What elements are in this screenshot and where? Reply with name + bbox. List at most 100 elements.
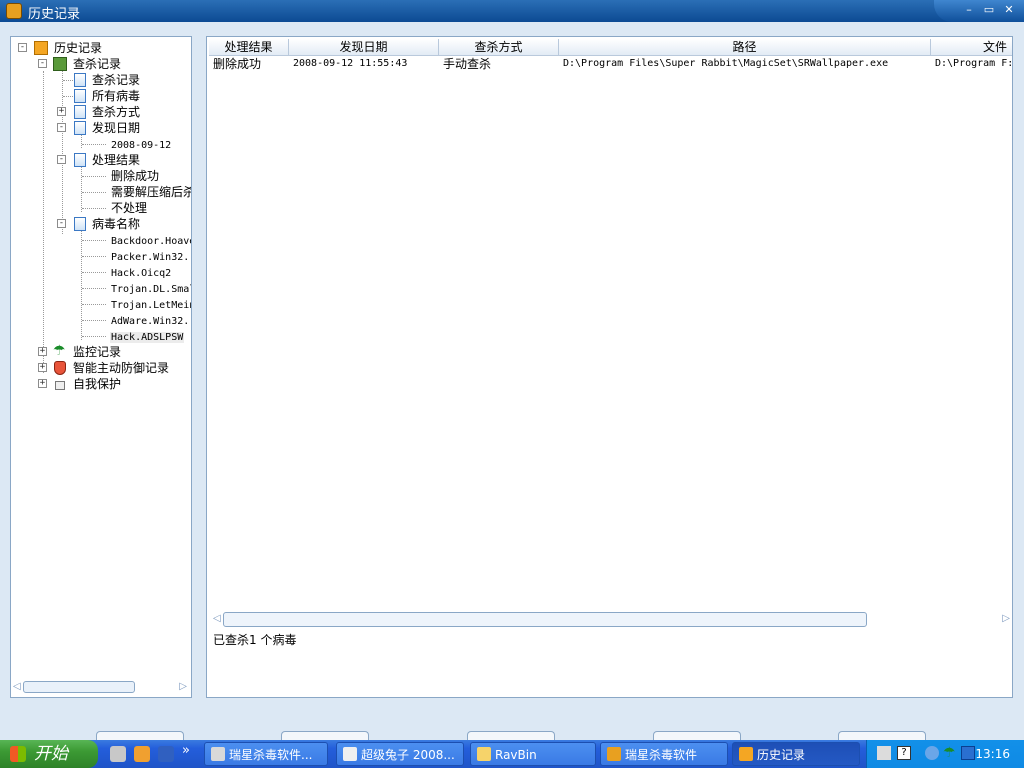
tree-item-virus-selected[interactable]: Hack.ADSLPSW: [110, 328, 185, 344]
tree-line: [82, 288, 106, 289]
task-label: 历史记录: [757, 748, 806, 762]
umbrella-icon[interactable]: ☂: [943, 746, 957, 760]
tree-line: [82, 208, 106, 209]
list-horizontal-scrollbar[interactable]: ◁ ▷: [213, 611, 1010, 627]
expand-toggle[interactable]: +: [38, 379, 47, 388]
tree-item-label: 查杀记录: [92, 73, 141, 87]
folder-icon: [477, 747, 491, 761]
scroll-left-icon[interactable]: ◁: [213, 612, 221, 626]
clock[interactable]: 13:16: [975, 740, 1010, 768]
column-header-result[interactable]: 处理结果: [209, 39, 289, 56]
history-list[interactable]: 处理结果 发现日期 查杀方式 路径 文件 删除成功 2008-09-12 11:…: [206, 36, 1013, 698]
tree-item-result-none[interactable]: 不处理: [110, 200, 148, 216]
scroll-right-icon[interactable]: ▷: [179, 680, 187, 694]
tree-item-date-2008-09-12[interactable]: 2008-09-12: [110, 136, 172, 152]
help-icon[interactable]: ?: [897, 746, 911, 760]
minimize-button[interactable]: –: [960, 3, 978, 18]
tree-line: [82, 304, 106, 305]
tree-item-all-viruses[interactable]: 所有病毒: [91, 88, 141, 104]
tree-item-result[interactable]: 处理结果: [91, 152, 141, 168]
cell-method: 手动查杀: [443, 57, 492, 71]
quicklaunch-more-icon[interactable]: »: [182, 743, 190, 758]
tree-item-virus[interactable]: Packer.Win32.: [110, 248, 190, 264]
title-bar-controls: – ▭ ✕: [934, 0, 1024, 22]
tree-item-label: AdWare.Win32.: [111, 316, 190, 327]
shield-icon[interactable]: [961, 746, 975, 760]
tree-item-label: Backdoor.Hoave: [111, 236, 192, 247]
scrollbar-thumb[interactable]: [23, 681, 135, 693]
task-button[interactable]: 瑞星杀毒软件...: [204, 742, 328, 766]
tray-arrow-icon[interactable]: [925, 746, 939, 760]
tree-item-virus-name[interactable]: 病毒名称: [91, 216, 141, 232]
main-area: - 历史记录 - 查杀记录 查杀记录 所有病毒 + 查杀方式 - 发现日期 20…: [0, 22, 1024, 712]
tree-item-result-deleted[interactable]: 删除成功: [110, 168, 160, 184]
history-tree[interactable]: - 历史记录 - 查杀记录 查杀记录 所有病毒 + 查杀方式 - 发现日期 20…: [10, 36, 192, 698]
tree-item-label: Trojan.DL.Smal: [111, 284, 192, 295]
quicklaunch-icon[interactable]: [158, 746, 174, 762]
restore-button[interactable]: ▭: [980, 3, 998, 18]
tree-item-history[interactable]: 历史记录: [53, 40, 103, 56]
tree-item-label: 所有病毒: [92, 89, 141, 103]
tree-item-virus[interactable]: AdWare.Win32.: [110, 312, 190, 328]
keyboard-icon[interactable]: [877, 746, 891, 760]
tree-item-scan-method[interactable]: 查杀方式: [91, 104, 141, 120]
column-header-method[interactable]: 查杀方式: [439, 39, 559, 56]
start-button[interactable]: 开始: [0, 740, 98, 768]
history-icon: [34, 41, 48, 55]
collapse-toggle[interactable]: -: [38, 59, 47, 68]
tree-item-scan-record[interactable]: 查杀记录: [91, 72, 141, 88]
tree-item-label: 处理结果: [92, 153, 141, 167]
umbrella-icon: ☂: [53, 343, 66, 359]
collapse-toggle[interactable]: -: [57, 123, 66, 132]
tree-item-found-date[interactable]: 发现日期: [91, 120, 141, 136]
tree-item-virus[interactable]: Backdoor.Hoave: [110, 232, 192, 248]
close-button[interactable]: ✕: [1000, 3, 1018, 18]
tree-item-monitor-records[interactable]: 监控记录: [72, 344, 122, 360]
scrollbar-thumb[interactable]: [223, 612, 867, 627]
tree-item-label: Packer.Win32.: [111, 252, 190, 263]
tree-item-virus[interactable]: Trojan.LetMein: [110, 296, 191, 312]
task-button-active[interactable]: 历史记录: [732, 742, 860, 766]
column-header-file[interactable]: 文件: [931, 39, 1012, 56]
task-button[interactable]: 超级兔子 2008...: [336, 742, 464, 766]
tree-item-label: 病毒名称: [92, 217, 141, 231]
tree-item-label: 不处理: [111, 201, 148, 215]
quicklaunch-icon[interactable]: [110, 746, 126, 762]
scan-icon: [53, 57, 67, 71]
tree-item-virus[interactable]: Trojan.DL.Smal: [110, 280, 192, 296]
tree-line: [82, 272, 106, 273]
table-row[interactable]: 删除成功 2008-09-12 11:55:43 手动查杀 D:\Program…: [209, 56, 1013, 72]
task-button[interactable]: 瑞星杀毒软件: [600, 742, 728, 766]
document-icon: [74, 73, 86, 87]
expand-toggle[interactable]: +: [38, 347, 47, 356]
tree-item-result-need-unzip[interactable]: 需要解压缩后杀: [110, 184, 191, 200]
shield-icon: [54, 361, 66, 375]
tree-item-self-protect[interactable]: 自我保护: [72, 376, 122, 392]
cell-file: D:\Program F:: [935, 58, 1013, 69]
quicklaunch-icon[interactable]: [134, 746, 150, 762]
windows-logo-icon: [10, 746, 26, 762]
bottom-button-bar: [0, 712, 1024, 743]
document-icon: [74, 105, 86, 119]
task-button[interactable]: RavBin: [470, 742, 596, 766]
tree-item-scan-records[interactable]: 查杀记录: [72, 56, 122, 72]
collapse-toggle[interactable]: -: [57, 155, 66, 164]
tree-line: [82, 240, 106, 241]
tree-line: [82, 176, 106, 177]
tree-line: [82, 192, 106, 193]
window-title-bar[interactable]: 历史记录 – ▭ ✕: [0, 0, 1024, 22]
column-header-path[interactable]: 路径: [559, 39, 931, 56]
tree-item-defense-records[interactable]: 智能主动防御记录: [72, 360, 170, 376]
tree-horizontal-scrollbar[interactable]: ◁ ▷: [13, 680, 187, 694]
scroll-right-icon[interactable]: ▷: [1002, 612, 1010, 626]
tree-item-virus[interactable]: Hack.Oicq2: [110, 264, 172, 280]
scroll-left-icon[interactable]: ◁: [13, 680, 21, 694]
tree-line: [82, 336, 106, 337]
tree-item-label: 历史记录: [54, 41, 103, 55]
collapse-toggle[interactable]: -: [18, 43, 27, 52]
expand-toggle[interactable]: +: [38, 363, 47, 372]
expand-toggle[interactable]: +: [57, 107, 66, 116]
history-icon: [739, 747, 753, 761]
collapse-toggle[interactable]: -: [57, 219, 66, 228]
column-header-date[interactable]: 发现日期: [289, 39, 439, 56]
